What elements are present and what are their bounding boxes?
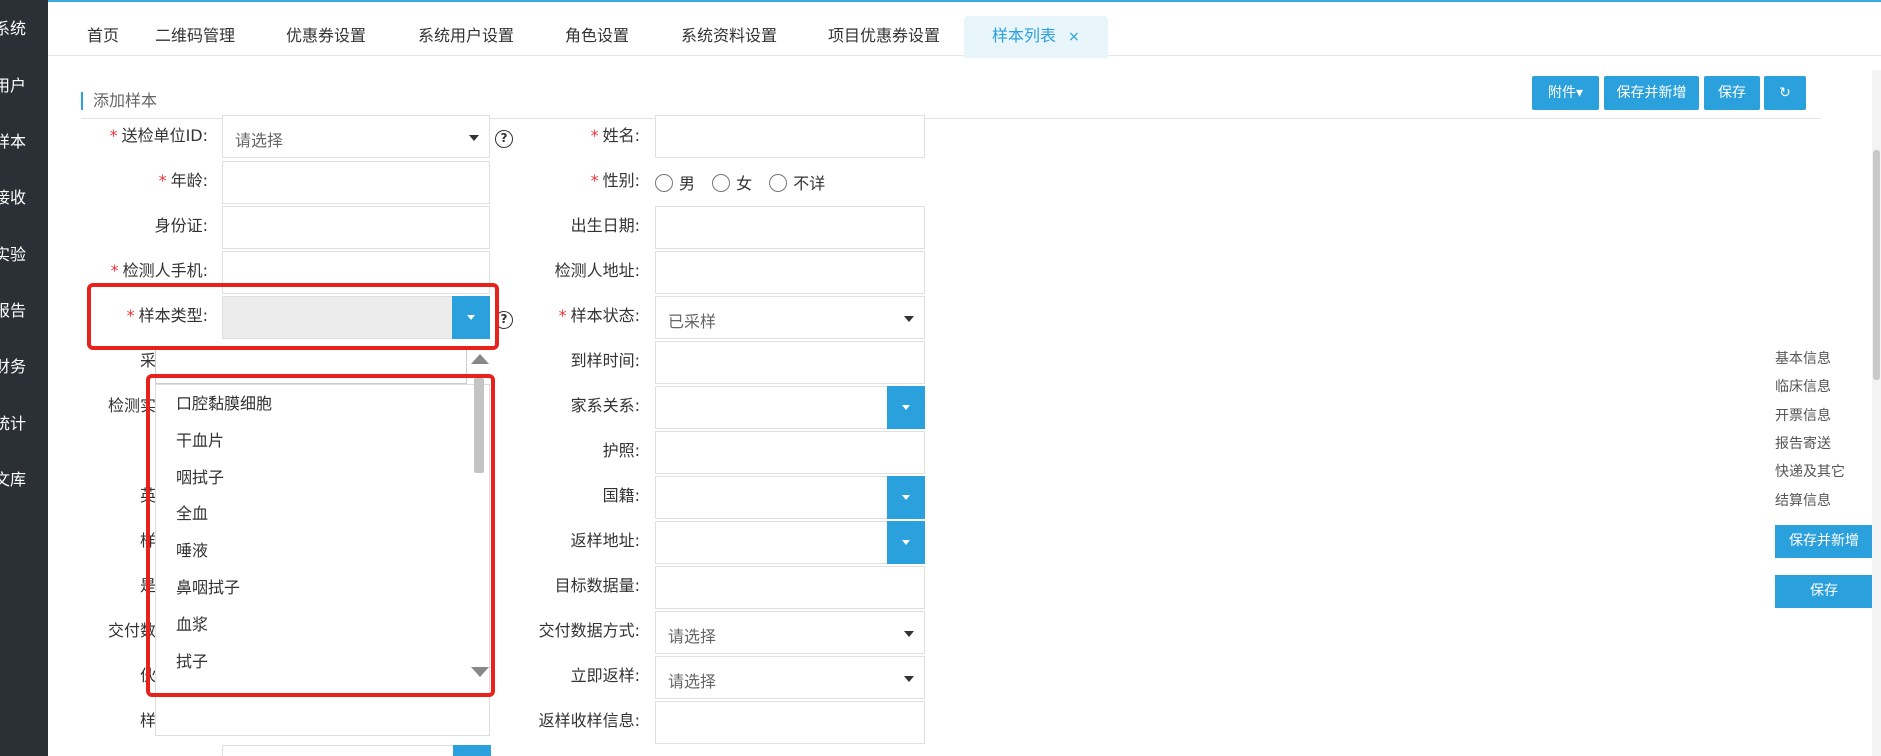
nav-express-other[interactable]: 快递及其它: [1775, 461, 1875, 481]
scroll-up-icon[interactable]: [471, 354, 489, 364]
refresh-icon[interactable]: ↻: [1764, 76, 1806, 110]
status-label: * 样本状态:: [558, 306, 640, 325]
sidebar-item-receive[interactable]: 接收: [0, 184, 48, 214]
nationality-label: 国籍:: [602, 486, 640, 505]
id-card-label: 身份证:: [154, 216, 208, 235]
tab-coupon[interactable]: 优惠券设置: [286, 16, 366, 58]
tab-home[interactable]: 首页: [87, 16, 119, 58]
nav-report-delivery[interactable]: 报告寄送: [1775, 433, 1875, 453]
age-label: * 年龄:: [158, 171, 208, 190]
tab-sample-list-label: 样本列表: [992, 26, 1057, 45]
unit-select[interactable]: 请选择: [222, 115, 490, 158]
partial-label: 样: [139, 711, 156, 730]
close-icon[interactable]: ×: [1068, 29, 1080, 45]
page-scrollbar-thumb[interactable]: [1873, 150, 1880, 380]
return-address-label: 返样地址:: [570, 531, 640, 550]
side-save-and-new-button[interactable]: 保存并新增: [1775, 525, 1873, 558]
gender-female[interactable]: 女: [712, 174, 752, 193]
side-save-button[interactable]: 保存: [1775, 575, 1873, 608]
gender-unknown[interactable]: 不详: [769, 174, 825, 193]
highlight-box: [87, 283, 499, 350]
sidebar-item-system[interactable]: 系统: [0, 15, 48, 45]
age-input[interactable]: [222, 161, 490, 204]
immediate-return-label: 立即返样:: [570, 666, 640, 685]
help-icon[interactable]: ?: [495, 130, 513, 148]
dropdown-toggle-icon[interactable]: [453, 745, 491, 756]
attachment-button[interactable]: 附件▾: [1532, 76, 1599, 110]
nav-basic-info[interactable]: 基本信息: [1775, 348, 1875, 368]
section-title: 添加样本: [81, 92, 157, 110]
chevron-down-icon: [904, 631, 914, 637]
sidebar: 系统 用户 样本 接收 实验 报告 财务 统计 文库: [0, 0, 48, 756]
save-and-new-button[interactable]: 保存并新增: [1604, 76, 1699, 110]
delivery-label: 交付数据方式:: [538, 621, 640, 640]
tab-sample-list[interactable]: 样本列表 ×: [964, 16, 1108, 58]
phone-label: * 检测人手机:: [110, 261, 208, 280]
id-card-input[interactable]: [222, 206, 490, 249]
name-input[interactable]: [655, 115, 925, 158]
sidebar-item-report[interactable]: 报告: [0, 297, 48, 327]
chevron-down-icon: [469, 135, 479, 141]
tab-system-user[interactable]: 系统用户设置: [418, 16, 514, 58]
return-address-select[interactable]: [655, 521, 925, 564]
tab-qrcode[interactable]: 二维码管理: [155, 16, 235, 58]
sidebar-item-sample[interactable]: 样本: [0, 128, 48, 158]
tab-system-data[interactable]: 系统资料设置: [681, 16, 777, 58]
family-select[interactable]: [655, 386, 925, 429]
sidebar-item-statistics[interactable]: 统计: [0, 410, 48, 440]
tab-project-coupon[interactable]: 项目优惠券设置: [828, 16, 940, 58]
arrival-time-label: 到样时间:: [570, 351, 640, 370]
page-scrollbar[interactable]: [1872, 70, 1881, 756]
chevron-down-icon: [904, 316, 914, 322]
nav-clinical-info[interactable]: 临床信息: [1775, 376, 1875, 396]
address-label: 检测人地址:: [554, 261, 640, 280]
sidebar-item-user[interactable]: 用户: [0, 72, 48, 102]
return-info-input[interactable]: [655, 701, 925, 744]
sidebar-item-finance[interactable]: 财务: [0, 353, 48, 383]
birth-label: 出生日期:: [570, 216, 640, 235]
immediate-return-select[interactable]: 请选择: [655, 656, 925, 699]
nav-invoice-info[interactable]: 开票信息: [1775, 405, 1875, 425]
status-select[interactable]: 已采样: [655, 296, 925, 339]
name-label: * 姓名:: [590, 126, 640, 145]
chevron-down-icon: [904, 676, 914, 682]
highlight-box: [146, 374, 495, 697]
dropdown-toggle-icon[interactable]: [887, 386, 925, 429]
target-data-input[interactable]: [655, 566, 925, 609]
gender-radio-group: 男 女 不详: [655, 170, 837, 194]
address-input[interactable]: [655, 251, 925, 294]
save-button[interactable]: 保存: [1704, 76, 1760, 110]
tab-bar: 首页 二维码管理 优惠券设置 系统用户设置 角色设置 系统资料设置 项目优惠券设…: [48, 2, 1881, 58]
unit-label: * 送检单位ID:: [109, 126, 208, 145]
sidebar-item-library[interactable]: 文库: [0, 466, 48, 496]
family-label: 家系关系:: [570, 396, 640, 415]
sidebar-item-experiment[interactable]: 实验: [0, 241, 48, 271]
dropdown-toggle-icon[interactable]: [887, 521, 925, 564]
nav-settlement-info[interactable]: 结算信息: [1775, 490, 1875, 510]
nationality-select[interactable]: [655, 476, 925, 519]
passport-input[interactable]: [655, 431, 925, 474]
target-data-label: 目标数据量:: [554, 576, 640, 595]
tab-role[interactable]: 角色设置: [565, 16, 629, 58]
arrival-time-input[interactable]: [655, 341, 925, 384]
gender-male[interactable]: 男: [655, 174, 695, 193]
passport-label: 护照:: [602, 441, 640, 460]
birth-input[interactable]: [655, 206, 925, 249]
gender-label: * 性别:: [590, 171, 640, 190]
partial-label: 采: [139, 351, 156, 370]
return-info-label: 返样收样信息:: [538, 711, 640, 730]
partial-input[interactable]: [222, 745, 490, 756]
delivery-select[interactable]: 请选择: [655, 611, 925, 654]
dropdown-toggle-icon[interactable]: [887, 476, 925, 519]
